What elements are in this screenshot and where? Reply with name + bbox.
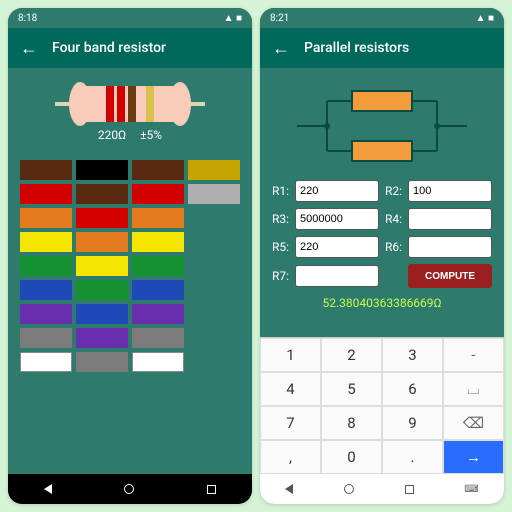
color-swatch[interactable] [188, 184, 240, 204]
key-,[interactable]: , [260, 440, 321, 474]
nav-back-icon[interactable] [44, 484, 52, 494]
status-bar: 8:21 ▲ ■ [260, 8, 504, 28]
color-swatch[interactable] [20, 328, 72, 348]
resistor-graphic [20, 86, 240, 122]
color-swatch[interactable] [132, 232, 184, 252]
status-bar: 8:18 ▲ ■ [8, 8, 252, 28]
app-bar: ← Four band resistor [8, 28, 252, 68]
color-swatch[interactable] [20, 232, 72, 252]
nav-recent-icon[interactable] [207, 485, 216, 494]
color-swatch[interactable] [132, 160, 184, 180]
key-2[interactable]: 2 [321, 338, 382, 372]
nav-bar [8, 474, 252, 504]
app-bar: ← Parallel resistors [260, 28, 504, 68]
color-palette [20, 160, 240, 372]
key-0[interactable]: 0 [321, 440, 382, 474]
key-6[interactable]: 6 [382, 372, 443, 406]
key-1[interactable]: 1 [260, 338, 321, 372]
r4-label: R4: [385, 212, 402, 226]
color-swatch[interactable] [188, 160, 240, 180]
content: 220Ω ±5% [8, 68, 252, 474]
color-swatch[interactable] [76, 280, 128, 300]
status-icons: ▲ ■ [476, 13, 494, 24]
nav-home-icon[interactable] [344, 484, 354, 494]
key-7[interactable]: 7 [260, 406, 321, 440]
r6-input[interactable] [408, 236, 492, 258]
color-swatch[interactable] [20, 280, 72, 300]
nav-recent-icon[interactable] [405, 485, 414, 494]
numeric-keypad: 123- 456⌴ 789⌫,0.→ [260, 337, 504, 474]
r7-label: R7: [272, 269, 289, 283]
r1-label: R1: [272, 184, 289, 198]
clock: 8:18 [18, 13, 37, 24]
key-.[interactable]: . [382, 440, 443, 474]
key-4[interactable]: 4 [260, 372, 321, 406]
nav-bar: ⌨ [260, 474, 504, 504]
color-swatch[interactable] [20, 304, 72, 324]
color-swatch[interactable] [20, 184, 72, 204]
color-swatch[interactable] [76, 232, 128, 252]
tolerance-value: ±5% [140, 128, 162, 142]
clock: 8:21 [270, 13, 289, 24]
color-swatch[interactable] [20, 256, 72, 276]
page-title: Parallel resistors [304, 40, 409, 56]
color-swatch[interactable] [76, 160, 128, 180]
r5-input[interactable] [295, 236, 379, 258]
key-␣[interactable]: ⌴ [443, 372, 504, 406]
key-→[interactable]: → [443, 440, 504, 474]
circuit-diagram [272, 86, 492, 166]
color-swatch[interactable] [132, 328, 184, 348]
key-3[interactable]: 3 [382, 338, 443, 372]
color-swatch[interactable] [132, 184, 184, 204]
r3-input[interactable] [295, 208, 379, 230]
r4-input[interactable] [408, 208, 492, 230]
color-swatch[interactable] [132, 304, 184, 324]
key-⌫[interactable]: ⌫ [443, 406, 504, 440]
color-swatch[interactable] [132, 352, 184, 372]
compute-button[interactable]: COMPUTE [408, 264, 492, 288]
resistor-reading: 220Ω ±5% [20, 128, 240, 142]
key--[interactable]: - [443, 338, 504, 372]
r2-input[interactable] [408, 180, 492, 202]
result-text: 52.38040363386669Ω [272, 296, 492, 310]
color-swatch[interactable] [20, 352, 72, 372]
color-swatch[interactable] [76, 256, 128, 276]
back-icon[interactable]: ← [272, 38, 290, 59]
r2-label: R2: [385, 184, 402, 198]
status-icons: ▲ ■ [224, 13, 242, 24]
color-swatch[interactable] [132, 280, 184, 300]
content: R1: R2: R3: R4: R5: R6: R7: COMPUTE 52.3… [260, 68, 504, 337]
r3-label: R3: [272, 212, 289, 226]
color-swatch[interactable] [76, 208, 128, 228]
back-icon[interactable]: ← [20, 38, 38, 59]
color-swatch[interactable] [20, 160, 72, 180]
color-swatch[interactable] [76, 304, 128, 324]
nav-back-icon[interactable] [285, 484, 293, 494]
color-swatch[interactable] [76, 184, 128, 204]
nav-keyboard-icon[interactable]: ⌨ [464, 484, 478, 495]
color-swatch[interactable] [76, 328, 128, 348]
phone-right: 8:21 ▲ ■ ← Parallel resistors R1: [260, 8, 504, 504]
key-9[interactable]: 9 [382, 406, 443, 440]
color-swatch[interactable] [76, 352, 128, 372]
key-5[interactable]: 5 [321, 372, 382, 406]
r6-label: R6: [385, 240, 402, 254]
color-swatch[interactable] [132, 208, 184, 228]
resistance-value: 220Ω [98, 128, 126, 142]
color-swatch[interactable] [132, 256, 184, 276]
r5-label: R5: [272, 240, 289, 254]
input-grid: R1: R2: R3: R4: R5: R6: R7: COMPUTE [272, 180, 492, 288]
nav-home-icon[interactable] [124, 484, 134, 494]
r1-input[interactable] [295, 180, 379, 202]
page-title: Four band resistor [52, 40, 166, 56]
key-8[interactable]: 8 [321, 406, 382, 440]
phone-left: 8:18 ▲ ■ ← Four band resistor [8, 8, 252, 504]
color-swatch[interactable] [20, 208, 72, 228]
r7-input[interactable] [295, 265, 379, 287]
